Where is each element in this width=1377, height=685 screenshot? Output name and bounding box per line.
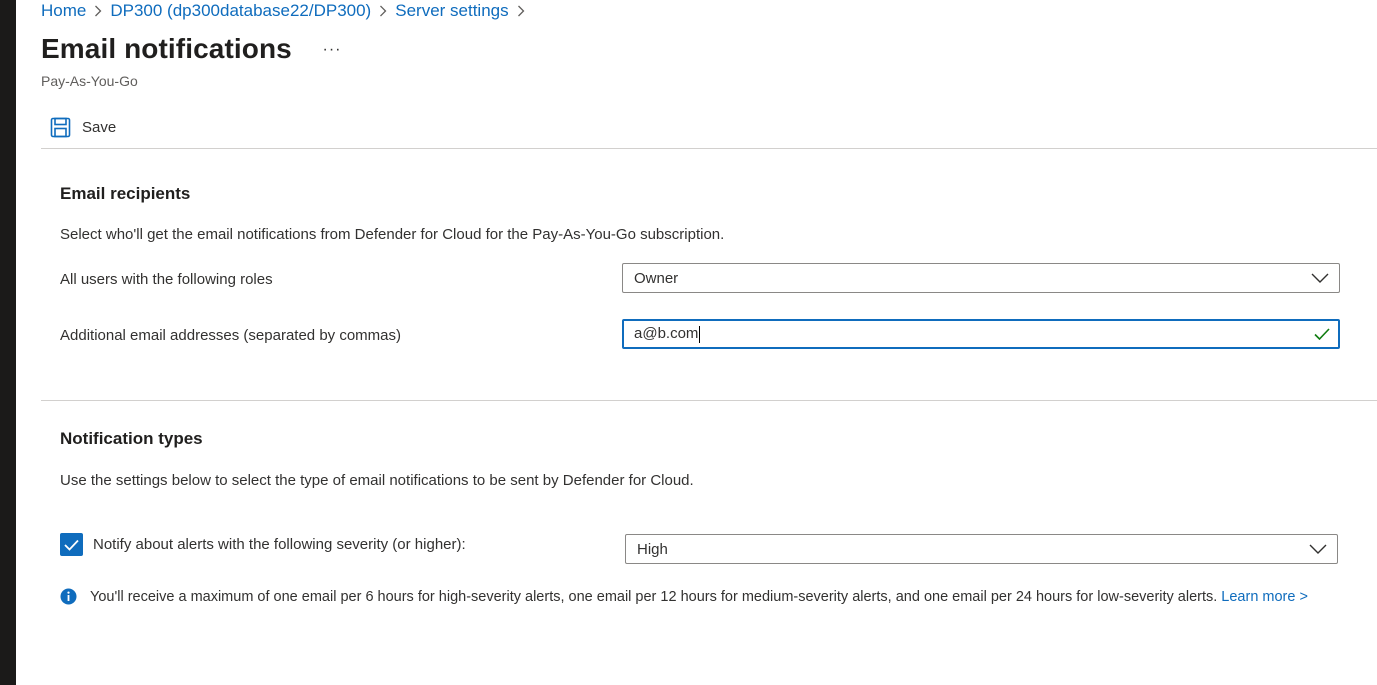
emails-input-wrapper: a@b.com — [634, 325, 701, 343]
breadcrumb-server[interactable]: DP300 (dp300database22/DP300) — [110, 1, 371, 21]
email-recipients-description: Select who'll get the email notification… — [60, 226, 725, 243]
additional-emails-input[interactable]: a@b.com — [622, 319, 1340, 349]
info-icon — [60, 588, 77, 605]
additional-emails-value: a@b.com — [634, 325, 699, 343]
save-icon — [50, 117, 71, 138]
left-edge-strip — [0, 0, 16, 685]
breadcrumb-server-settings[interactable]: Server settings — [395, 1, 508, 21]
section-divider — [41, 400, 1377, 401]
chevron-right-icon — [86, 5, 110, 17]
toolbar-divider — [41, 148, 1377, 149]
chevron-down-icon — [1309, 544, 1327, 554]
notification-types-heading: Notification types — [60, 429, 203, 448]
text-caret — [699, 325, 701, 343]
severity-dropdown-value: High — [637, 540, 668, 558]
info-text: You'll receive a maximum of one email pe… — [90, 588, 1218, 605]
severity-checkbox[interactable] — [60, 533, 83, 556]
chevron-right-icon — [509, 5, 533, 17]
roles-dropdown[interactable]: Owner — [622, 263, 1340, 293]
page-subtitle: Pay-As-You-Go — [41, 73, 138, 89]
email-recipients-heading: Email recipients — [60, 184, 191, 203]
info-message: You'll receive a maximum of one email pe… — [60, 588, 1308, 605]
save-button[interactable]: Save — [50, 114, 116, 140]
more-options-button[interactable]: ··· — [322, 40, 342, 60]
breadcrumb: Home DP300 (dp300database22/DP300) Serve… — [41, 0, 533, 22]
severity-dropdown[interactable]: High — [625, 534, 1338, 564]
checkmark-icon — [64, 539, 79, 551]
learn-more-link[interactable]: Learn more > — [1221, 589, 1308, 605]
checkmark-icon — [1314, 328, 1330, 340]
roles-label: All users with the following roles — [60, 271, 273, 288]
page-title: Email notifications — [41, 33, 292, 64]
emails-label: Additional email addresses (separated by… — [60, 327, 401, 344]
chevron-down-icon — [1311, 273, 1329, 283]
breadcrumb-home[interactable]: Home — [41, 1, 86, 21]
severity-label: Notify about alerts with the following s… — [93, 536, 466, 553]
roles-dropdown-value: Owner — [634, 269, 679, 287]
notification-types-description: Use the settings below to select the typ… — [60, 472, 694, 489]
chevron-right-icon — [371, 5, 395, 17]
save-button-label: Save — [82, 118, 117, 136]
